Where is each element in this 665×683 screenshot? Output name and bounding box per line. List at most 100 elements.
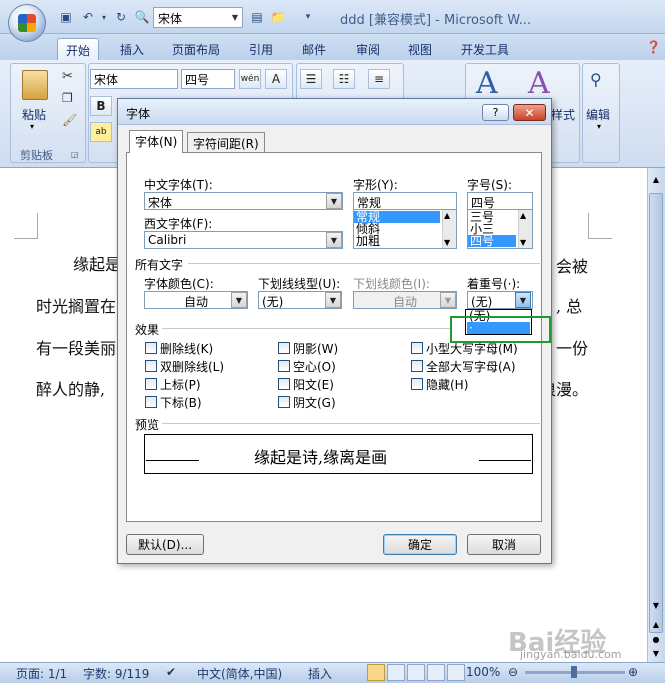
tab-mailings[interactable]: 邮件 <box>294 38 334 60</box>
undo-dropdown-icon[interactable]: ▾ <box>96 9 112 25</box>
tab-char-spacing[interactable]: 字符间距(R) <box>187 132 265 152</box>
scrollbar-thumb[interactable] <box>649 193 663 633</box>
tab-insert[interactable]: 插入 <box>112 38 152 60</box>
cut-icon[interactable]: ✂ <box>62 69 73 84</box>
bold-button[interactable]: B <box>90 96 112 116</box>
double-strikethrough-checkbox[interactable] <box>145 360 157 372</box>
zoom-slider-thumb[interactable] <box>571 666 577 678</box>
chevron-down-icon[interactable]: ▼ <box>231 292 247 308</box>
scroll-up-icon[interactable]: ▲ <box>444 211 450 220</box>
highlight-icon[interactable]: ab <box>90 122 112 142</box>
change-styles-icon[interactable]: A <box>528 66 550 101</box>
draft-icon[interactable] <box>447 664 465 681</box>
hidden-label[interactable]: 隐藏(H) <box>426 376 468 393</box>
full-screen-icon[interactable] <box>387 664 405 681</box>
undo-icon[interactable]: ↶ <box>80 9 96 25</box>
save-icon[interactable]: ▣ <box>58 9 74 25</box>
scroll-up-icon[interactable]: ▲ <box>648 171 664 187</box>
numbering-icon[interactable]: ☷ <box>333 69 355 89</box>
customize-qat-icon[interactable]: ▾ <box>300 9 316 25</box>
shadow-checkbox[interactable] <box>278 342 290 354</box>
outline-label[interactable]: 空心(O) <box>293 358 336 375</box>
cn-font-combo[interactable]: 宋体 <box>144 192 343 210</box>
paste-label[interactable]: 粘贴 <box>22 106 46 123</box>
all-caps-checkbox[interactable] <box>411 360 423 372</box>
bullets-icon[interactable]: ☰ <box>300 69 322 89</box>
edit-label[interactable]: 编辑 <box>586 106 610 123</box>
shadow-label[interactable]: 阴影(W) <box>293 340 338 357</box>
list-item[interactable]: 加粗 <box>354 235 456 247</box>
default-button[interactable]: 默认(D)... <box>126 534 204 555</box>
prev-page-icon[interactable]: ▲ <box>648 617 664 631</box>
tab-home[interactable]: 开始 <box>57 38 100 60</box>
style-input[interactable]: 常规 <box>353 192 457 210</box>
engrave-label[interactable]: 阴文(G) <box>293 394 336 411</box>
west-font-combo[interactable]: Calibri <box>144 231 343 249</box>
next-page-icon[interactable]: ▼ <box>648 646 664 660</box>
superscript-label[interactable]: 上标(P) <box>160 376 201 393</box>
binoculars-icon[interactable]: ⚲ <box>590 70 602 89</box>
select-browse-object-icon[interactable]: ● <box>648 632 664 646</box>
emboss-label[interactable]: 阳文(E) <box>293 376 334 393</box>
chevron-down-icon[interactable]: ▼ <box>325 292 341 308</box>
office-button[interactable] <box>8 4 46 42</box>
strikethrough-label[interactable]: 删除线(K) <box>160 340 213 357</box>
outline-icon[interactable] <box>427 664 445 681</box>
paste-icon[interactable] <box>22 70 48 100</box>
double-strikethrough-label[interactable]: 双删除线(L) <box>160 358 224 375</box>
tab-references[interactable]: 引用 <box>241 38 281 60</box>
help-icon[interactable]: ❓ <box>646 40 661 54</box>
styles-label[interactable]: 样式 <box>551 106 575 123</box>
dialog-help-button[interactable]: ? <box>482 104 509 121</box>
superscript-checkbox[interactable] <box>145 378 157 390</box>
tab-view[interactable]: 视图 <box>400 38 440 60</box>
dialog-close-button[interactable]: ✕ <box>513 104 546 121</box>
chevron-down-icon[interactable]: ▼ <box>515 292 531 308</box>
proofing-icon[interactable]: ✔ <box>166 665 176 679</box>
outline-checkbox[interactable] <box>278 360 290 372</box>
scroll-down-icon[interactable]: ▼ <box>648 598 664 612</box>
copy-format-icon[interactable]: ▤ <box>249 9 265 25</box>
zoom-in-icon[interactable]: ⊕ <box>628 665 638 679</box>
subscript-checkbox[interactable] <box>145 396 157 408</box>
char-border-icon[interactable]: A <box>265 69 287 89</box>
copy-icon[interactable]: ❐ <box>62 91 73 105</box>
scroll-down-icon[interactable]: ▼ <box>520 238 526 247</box>
small-caps-checkbox[interactable] <box>411 342 423 354</box>
strikethrough-checkbox[interactable] <box>145 342 157 354</box>
ribbon-font-name[interactable]: 宋体 <box>90 69 178 89</box>
status-page[interactable]: 页面: 1/1 <box>16 665 67 682</box>
tab-font[interactable]: 字体(N) <box>129 130 184 153</box>
redo-icon[interactable]: ↻ <box>113 9 129 25</box>
chevron-down-icon[interactable]: ▼ <box>326 193 342 209</box>
dialog-launcher-icon[interactable]: ◲ <box>71 150 79 159</box>
subscript-label[interactable]: 下标(B) <box>160 394 202 411</box>
status-language[interactable]: 中文(简体,中国) <box>197 665 282 682</box>
scroll-up-icon[interactable]: ▲ <box>520 211 526 220</box>
size-input[interactable]: 四号 <box>467 192 533 210</box>
status-insert-mode[interactable]: 插入 <box>308 665 332 682</box>
phonetic-guide-icon[interactable]: wén <box>239 69 261 89</box>
open-folder-icon[interactable]: 📁 <box>270 9 286 25</box>
format-painter-icon[interactable]: 🖌 <box>62 113 77 127</box>
tab-developer[interactable]: 开发工具 <box>453 38 517 60</box>
print-preview-icon[interactable]: 🔍 <box>134 9 150 25</box>
zoom-level[interactable]: 100% <box>466 665 500 679</box>
status-words[interactable]: 字数: 9/119 <box>83 665 149 682</box>
tab-page-layout[interactable]: 页面布局 <box>164 38 228 60</box>
all-caps-label[interactable]: 全部大写字母(A) <box>426 358 516 375</box>
print-layout-icon[interactable] <box>367 664 385 681</box>
cancel-button[interactable]: 取消 <box>467 534 541 555</box>
ok-button[interactable]: 确定 <box>383 534 457 555</box>
emboss-checkbox[interactable] <box>278 378 290 390</box>
web-layout-icon[interactable] <box>407 664 425 681</box>
engrave-checkbox[interactable] <box>278 396 290 408</box>
multilevel-list-icon[interactable]: ≡ <box>368 69 390 89</box>
quick-styles-icon[interactable]: A <box>476 66 498 101</box>
chevron-down-icon[interactable]: ▼ <box>326 232 342 248</box>
chevron-down-icon[interactable]: ▾ <box>30 122 34 131</box>
chevron-down-icon[interactable]: ▼ <box>229 8 241 27</box>
hidden-checkbox[interactable] <box>411 378 423 390</box>
list-item[interactable]: 四号 <box>468 235 516 247</box>
ribbon-font-size[interactable]: 四号 <box>181 69 235 89</box>
